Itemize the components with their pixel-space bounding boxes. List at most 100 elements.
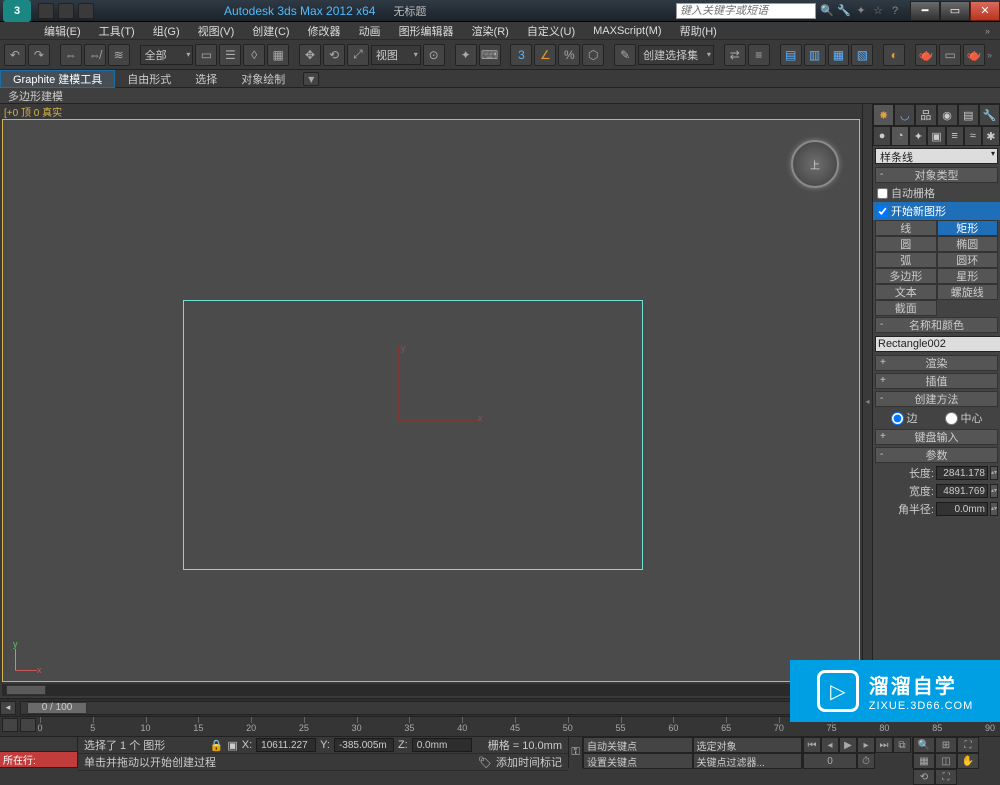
menu-help[interactable]: 帮助(H) bbox=[672, 22, 725, 40]
menu-animation[interactable]: 动画 bbox=[351, 22, 389, 40]
play-button[interactable]: ▶ bbox=[839, 737, 857, 753]
creation-center-radio[interactable] bbox=[945, 412, 958, 425]
material-editor-button[interactable]: ◐ bbox=[883, 44, 905, 66]
auto-key-button[interactable]: 自动关键点 bbox=[583, 737, 693, 753]
time-slider-prev[interactable]: ◂ bbox=[0, 701, 16, 715]
orbit-button[interactable]: ⟲ bbox=[913, 769, 935, 785]
set-key-button[interactable]: 设置关键点 bbox=[583, 753, 693, 769]
menu-views[interactable]: 视图(V) bbox=[190, 22, 243, 40]
menu-group[interactable]: 组(G) bbox=[145, 22, 188, 40]
select-region-button[interactable]: ◊ bbox=[243, 44, 265, 66]
ribbon-minimize-button[interactable]: ▾ bbox=[303, 72, 319, 86]
unlink-button[interactable]: ⇎ bbox=[84, 44, 106, 66]
lights-category-tab[interactable]: ✦ bbox=[909, 126, 927, 146]
menu-create[interactable]: 创建(C) bbox=[244, 22, 297, 40]
corner-radius-spinner[interactable]: ▴▾ bbox=[990, 502, 998, 516]
utilities-panel-tab[interactable]: 🔧 bbox=[979, 104, 1000, 126]
link-button[interactable]: ⇔ bbox=[60, 44, 82, 66]
coord-x-input[interactable]: 10611.227 bbox=[256, 738, 316, 752]
spacewarps-category-tab[interactable]: ≈ bbox=[964, 126, 982, 146]
command-panel-toggle[interactable]: ◂ bbox=[862, 104, 872, 698]
window-crossing-button[interactable]: ▦ bbox=[267, 44, 289, 66]
zoom-extents-button[interactable]: ⛶ bbox=[957, 737, 979, 753]
help-icon[interactable]: ? bbox=[888, 4, 902, 18]
render-setup-button[interactable]: 🫖 bbox=[915, 44, 937, 66]
coord-y-input[interactable]: -385.005m bbox=[334, 738, 394, 752]
viewport-top[interactable]: 上 yx yx bbox=[2, 119, 860, 682]
qat-link-icon[interactable] bbox=[78, 3, 94, 19]
selection-lock-button[interactable]: 选定对象 bbox=[693, 737, 803, 753]
menu-modifiers[interactable]: 修改器 bbox=[300, 22, 349, 40]
select-scale-button[interactable]: ⤢ bbox=[347, 44, 369, 66]
layer-manager-button[interactable]: ▤ bbox=[780, 44, 802, 66]
create-panel-tab[interactable]: ✸ bbox=[873, 104, 894, 126]
maximize-viewport-button[interactable]: ⛶ bbox=[935, 769, 957, 785]
motion-panel-tab[interactable]: ◉ bbox=[937, 104, 958, 126]
prev-frame-button[interactable]: ◂ bbox=[821, 737, 839, 753]
ribbon-tab-graphite[interactable]: Graphite 建模工具 bbox=[0, 70, 115, 88]
modify-panel-tab[interactable]: ◡ bbox=[894, 104, 915, 126]
key-filters-button[interactable]: 关键点过滤器... bbox=[693, 753, 803, 769]
ribbon-tab-object-paint[interactable]: 对象绘制 bbox=[229, 70, 297, 88]
goto-start-button[interactable]: ⏮ bbox=[803, 737, 821, 753]
length-spinner[interactable]: ▴▾ bbox=[990, 466, 998, 480]
ngon-button[interactable]: 多边形 bbox=[875, 268, 937, 284]
maxscript-line-button[interactable]: 所在行: bbox=[0, 752, 77, 768]
maxscript-mini-listener[interactable] bbox=[0, 737, 77, 752]
star-button[interactable]: 星形 bbox=[937, 268, 999, 284]
hierarchy-panel-tab[interactable]: 品 bbox=[915, 104, 936, 126]
width-spinner[interactable]: ▴▾ bbox=[990, 484, 998, 498]
select-move-button[interactable]: ✥ bbox=[299, 44, 321, 66]
menu-rendering[interactable]: 渲染(R) bbox=[464, 22, 517, 40]
viewport-label[interactable]: [+0 顶 0 真实 bbox=[0, 104, 862, 119]
pan-button[interactable]: ✋ bbox=[957, 753, 979, 769]
length-input[interactable]: 2841.178 bbox=[936, 466, 988, 480]
snap-toggle-button[interactable]: 3 bbox=[510, 44, 532, 66]
graphite-button[interactable]: ▥ bbox=[804, 44, 826, 66]
toolbar-overflow-icon[interactable]: » bbox=[987, 50, 996, 60]
systems-category-tab[interactable]: ✱ bbox=[982, 126, 1000, 146]
angle-snap-button[interactable]: ∠ bbox=[534, 44, 556, 66]
corner-radius-input[interactable]: 0.0mm bbox=[936, 502, 988, 516]
window-minimize-button[interactable]: ━ bbox=[910, 1, 940, 21]
favorite-icon[interactable]: ☆ bbox=[871, 4, 885, 18]
select-manipulate-button[interactable]: ✦ bbox=[455, 44, 477, 66]
menu-edit[interactable]: 编辑(E) bbox=[36, 22, 89, 40]
rectangle-button[interactable]: 矩形 bbox=[937, 220, 999, 236]
timeline-mode-button-2[interactable] bbox=[20, 718, 36, 732]
key-icon[interactable]: 🔧 bbox=[837, 4, 851, 18]
viewcube[interactable]: 上 bbox=[791, 140, 839, 188]
circle-button[interactable]: 圆 bbox=[875, 236, 937, 252]
goto-end-button[interactable]: ⏭ bbox=[875, 737, 893, 753]
ref-coord-combo[interactable]: 视图 bbox=[371, 45, 421, 65]
donut-button[interactable]: 圆环 bbox=[937, 252, 999, 268]
timeline-mode-button-1[interactable] bbox=[2, 718, 18, 732]
ellipse-button[interactable]: 椭圆 bbox=[937, 236, 999, 252]
creation-edge-radio[interactable] bbox=[891, 412, 904, 425]
menu-maxscript[interactable]: MAXScript(M) bbox=[585, 24, 669, 38]
selection-filter-combo[interactable]: 全部 bbox=[140, 45, 194, 65]
search-icon[interactable]: 🔍 bbox=[820, 4, 834, 18]
arc-button[interactable]: 弧 bbox=[875, 252, 937, 268]
geometry-category-tab[interactable]: ● bbox=[873, 126, 891, 146]
width-input[interactable]: 4891.769 bbox=[936, 484, 988, 498]
menu-customize[interactable]: 自定义(U) bbox=[519, 22, 583, 40]
window-close-button[interactable]: ✕ bbox=[970, 1, 1000, 21]
display-panel-tab[interactable]: ▤ bbox=[958, 104, 979, 126]
helix-button[interactable]: 螺旋线 bbox=[937, 284, 999, 300]
edit-named-selection-button[interactable]: ✎ bbox=[614, 44, 636, 66]
curve-editor-button[interactable]: ▦ bbox=[828, 44, 850, 66]
viewport-scrollbar[interactable] bbox=[2, 684, 860, 696]
time-slider-handle[interactable]: 0 / 100 bbox=[27, 702, 87, 714]
menu-overflow-icon[interactable]: » bbox=[985, 26, 990, 36]
rectangle-shape[interactable] bbox=[183, 300, 643, 570]
mirror-button[interactable]: ⇄ bbox=[724, 44, 746, 66]
undo-button[interactable]: ↶ bbox=[4, 44, 26, 66]
app-logo[interactable]: 3 bbox=[3, 0, 31, 22]
spinner-snap-button[interactable]: ⬡ bbox=[582, 44, 604, 66]
schematic-view-button[interactable]: ▧ bbox=[851, 44, 873, 66]
keyboard-shortcut-button[interactable]: ⌨ bbox=[479, 44, 501, 66]
named-selection-combo[interactable]: 创建选择集 bbox=[638, 45, 714, 65]
helpers-category-tab[interactable]: ≡ bbox=[946, 126, 964, 146]
start-new-shape-checkbox[interactable] bbox=[877, 206, 888, 217]
